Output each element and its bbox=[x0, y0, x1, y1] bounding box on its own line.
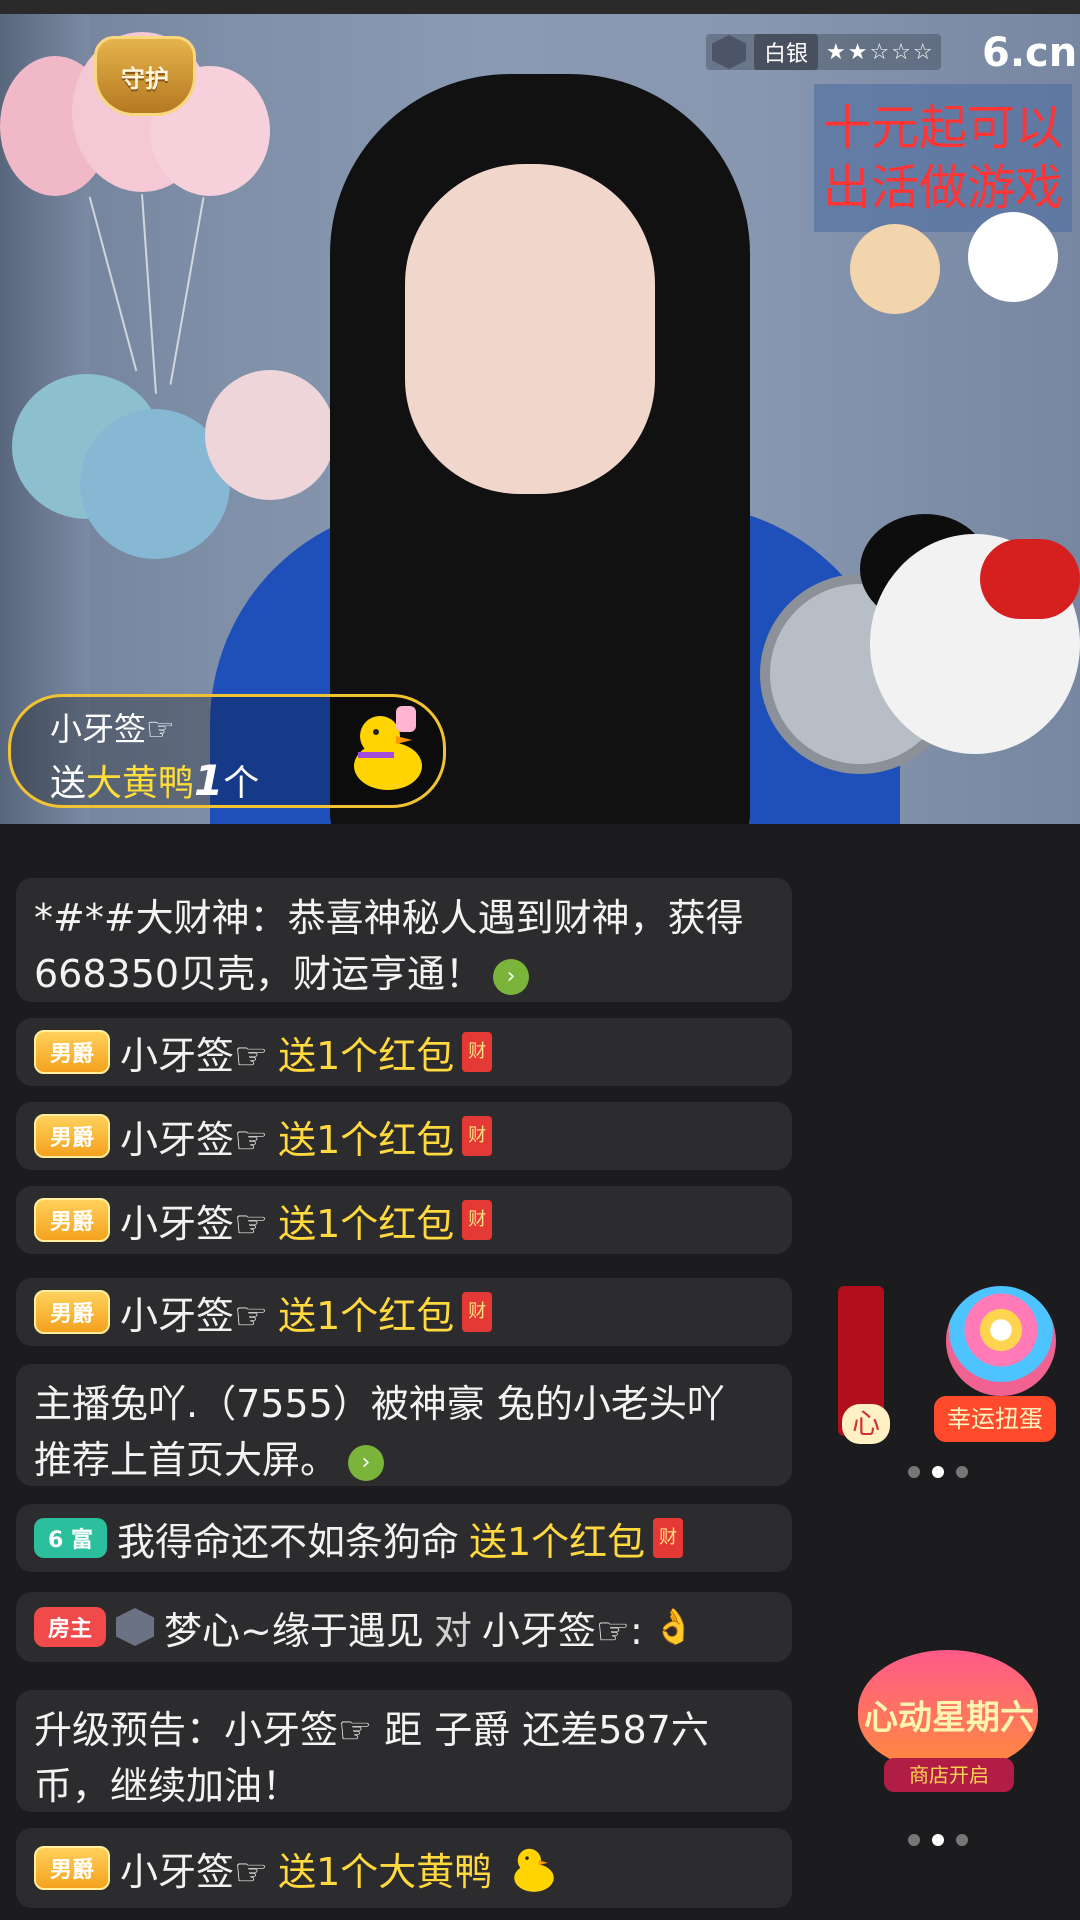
chat-message-gift-1[interactable]: 男爵 小牙签☞ 送1个红包 财 bbox=[16, 1018, 792, 1086]
chat-middle: 对 bbox=[433, 1608, 472, 1653]
chat-action: 送1个红包 bbox=[278, 1033, 455, 1078]
rank-indicator[interactable]: 白银 ★★☆☆☆ bbox=[706, 34, 941, 70]
gift-popup-text: 送大黄鸭1个 bbox=[50, 754, 259, 806]
carousel-dots-1 bbox=[908, 1466, 968, 1478]
chat-message-system-2[interactable]: 主播兔吖.（7555）被神豪 兔的小老头吖 推荐上首页大屏。 › bbox=[16, 1364, 792, 1486]
yellow-duck-icon bbox=[354, 706, 422, 790]
noble-badge: 男爵 bbox=[34, 1114, 111, 1158]
gift-popup-count: 1 bbox=[194, 756, 224, 805]
chat-message-system-1[interactable]: *#*#大财神：恭喜神秘人遇到财神，获得668350贝壳，财运亨通！ › bbox=[16, 878, 792, 1002]
promo-banner: 十元起可以 出活做游戏 bbox=[814, 84, 1072, 232]
gift-popup-prefix: 送 bbox=[50, 763, 87, 804]
chat-message-gift-5[interactable]: 6 富 我得命还不如条狗命 送1个红包 财 bbox=[16, 1504, 792, 1572]
gift-popup-unit: 个 bbox=[223, 763, 260, 804]
chat-message-mention[interactable]: 房主 梦心~缘于遇见 对 小牙签☞: 👌 bbox=[16, 1592, 792, 1662]
chat-system-text-1: *#*#大财神：恭喜神秘人遇到财神，获得668350贝壳，财运亨通！ bbox=[34, 896, 744, 996]
event-title: 心动星期六 bbox=[864, 1698, 1034, 1738]
status-bar bbox=[0, 0, 1080, 14]
chat-user: 我得命还不如条狗命 bbox=[116, 1519, 459, 1564]
event-banner[interactable]: 心动星期六 商店开启 bbox=[838, 1640, 1060, 1810]
balloon-string-2 bbox=[141, 194, 157, 394]
red-envelope-icon: 财 bbox=[462, 1292, 493, 1332]
noble-badge: 男爵 bbox=[34, 1030, 111, 1074]
rank-shield-icon bbox=[116, 1608, 155, 1646]
chat-system-text-3: 升级预告：小牙签☞ 距 子爵 还差587六币，继续加油！ bbox=[34, 1708, 709, 1808]
red-envelope-icon: 财 bbox=[462, 1116, 493, 1156]
bear-sticker bbox=[850, 224, 940, 314]
gift-popup-user: 小牙签☞ bbox=[50, 710, 175, 748]
lucky-label: 幸运扭蛋 bbox=[934, 1396, 1056, 1442]
gift-popup-name: 大黄鸭 bbox=[86, 763, 195, 804]
chat-message-gift-4[interactable]: 男爵 小牙签☞ 送1个红包 财 bbox=[16, 1278, 792, 1346]
rank-shield-icon bbox=[712, 35, 746, 69]
red-envelope-icon: 财 bbox=[462, 1200, 493, 1240]
chat-message-gift-3[interactable]: 男爵 小牙签☞ 送1个红包 财 bbox=[16, 1186, 792, 1254]
live-video[interactable]: 守护 白银 ★★☆☆☆ 6.cn 十元起可以 出活做游戏 小牙签☞ 送大黄鸭1个 bbox=[0, 14, 1080, 824]
red-envelope-icon: 财 bbox=[653, 1518, 684, 1558]
chat-user: 小牙签☞ bbox=[120, 1117, 269, 1162]
yellow-duck-icon bbox=[514, 1848, 555, 1892]
arrow-right-icon[interactable]: › bbox=[348, 1444, 385, 1481]
chat-user: 梦心~缘于遇见 bbox=[164, 1608, 424, 1653]
chat-user: 小牙签☞ bbox=[120, 1293, 269, 1338]
chat-action: 送1个红包 bbox=[468, 1519, 646, 1564]
promo-carousel[interactable]: 心 幸运扭蛋 bbox=[838, 1286, 1060, 1446]
promo-line-2: 出活做游戏 bbox=[822, 160, 1063, 216]
balloon-pink-4 bbox=[205, 370, 335, 500]
chat-user: 小牙签☞ bbox=[120, 1201, 269, 1246]
balloon-string-1 bbox=[88, 196, 138, 372]
owner-badge: 房主 bbox=[34, 1607, 107, 1647]
noble-badge: 男爵 bbox=[34, 1846, 111, 1890]
heart-label: 心 bbox=[842, 1404, 890, 1444]
chat-user: 小牙签☞ bbox=[120, 1849, 269, 1894]
chat-user: 小牙签☞ bbox=[120, 1033, 269, 1078]
chat-action: 送1个红包 bbox=[278, 1117, 455, 1162]
plush-bow bbox=[980, 539, 1080, 619]
chat-action: 送1个红包 bbox=[278, 1293, 455, 1338]
balloon-string-3 bbox=[169, 197, 205, 385]
gacha-icon[interactable] bbox=[946, 1286, 1056, 1396]
promo-line-1: 十元起可以 bbox=[822, 100, 1063, 156]
chat-message-gift-6[interactable]: 男爵 小牙签☞ 送1个大黄鸭 bbox=[16, 1828, 792, 1908]
red-envelope-icon: 财 bbox=[462, 1032, 493, 1072]
carousel-dots-2 bbox=[908, 1834, 968, 1846]
bunny-sticker bbox=[968, 212, 1058, 302]
chat-action: 送1个大黄鸭 bbox=[278, 1849, 493, 1894]
event-subtitle: 商店开启 bbox=[884, 1758, 1014, 1792]
arrow-right-icon[interactable]: › bbox=[493, 958, 530, 995]
rank-stars: ★★☆☆☆ bbox=[826, 39, 935, 65]
hand-icon: 👌 bbox=[652, 1607, 696, 1647]
brand-logo: 6.cn bbox=[982, 30, 1078, 76]
noble-badge: 男爵 bbox=[34, 1198, 111, 1242]
noble-badge: 男爵 bbox=[34, 1290, 111, 1334]
chat-message-gift-2[interactable]: 男爵 小牙签☞ 送1个红包 财 bbox=[16, 1102, 792, 1170]
guard-badge[interactable]: 守护 bbox=[94, 36, 196, 116]
chat-action: 送1个红包 bbox=[278, 1201, 455, 1246]
guard-badge-label: 守护 bbox=[121, 64, 169, 93]
streamer-face bbox=[405, 164, 655, 494]
wealth-badge: 6 富 bbox=[34, 1518, 107, 1558]
chat-target: 小牙签☞: bbox=[481, 1608, 643, 1653]
rank-name: 白银 bbox=[754, 34, 819, 70]
chat-message-system-3[interactable]: 升级预告：小牙签☞ 距 子爵 还差587六币，继续加油！ bbox=[16, 1690, 792, 1812]
